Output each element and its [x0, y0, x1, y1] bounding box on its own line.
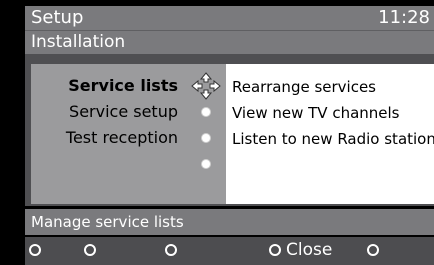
- tv-osd-screen: Setup 11:28 Installation Service lists S…: [0, 0, 434, 265]
- close-label: Close: [286, 240, 333, 260]
- help-text: Manage service lists: [31, 213, 184, 231]
- option-listen-new-radio-stations[interactable]: Listen to new Radio stations: [232, 129, 434, 149]
- circle-icon: [84, 244, 96, 256]
- circle-icon: [367, 244, 379, 256]
- option-view-new-tv-channels[interactable]: View new TV channels: [232, 103, 400, 123]
- header-bar: Setup 11:28 Installation: [25, 6, 434, 54]
- menu-item-test-reception[interactable]: Test reception: [66, 128, 178, 148]
- menu-item-indicator: [201, 107, 211, 117]
- circle-icon: [165, 244, 177, 256]
- menu-list: Service lists Service setup Test recepti…: [31, 64, 226, 204]
- option-rearrange-services[interactable]: Rearrange services: [232, 77, 376, 97]
- breadcrumb-subtitle: Installation: [31, 32, 126, 52]
- menu-item-service-lists[interactable]: Service lists: [68, 76, 178, 96]
- clock: 11:28: [378, 7, 430, 28]
- circle-icon: [269, 244, 281, 256]
- screen-title: Setup: [31, 7, 84, 28]
- menu-item-indicator: [201, 133, 211, 143]
- menu-item-indicator: [201, 159, 211, 169]
- menu-panel: Service lists Service setup Test recepti…: [25, 54, 434, 206]
- navigation-cursor-icon: [191, 72, 221, 100]
- menu-item-service-setup[interactable]: Service setup: [69, 102, 178, 122]
- help-status-bar: Manage service lists: [25, 209, 434, 235]
- color-key-bar: Close: [25, 237, 434, 265]
- options-list: Rearrange services View new TV channels …: [226, 64, 434, 204]
- circle-icon: [29, 244, 41, 256]
